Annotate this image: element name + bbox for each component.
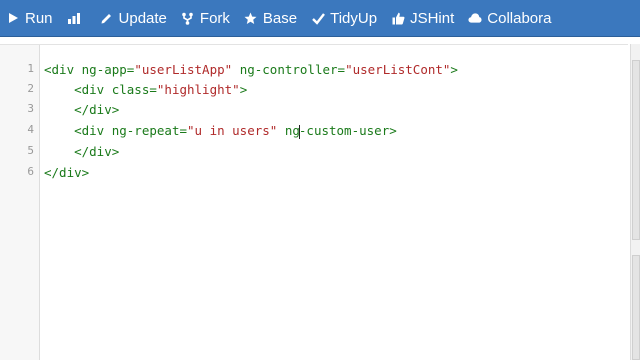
code-editor[interactable]: 1 2 3 4 5 6 <div ng-app="userListApp" ng… — [0, 44, 628, 360]
run-button-label: Run — [25, 9, 53, 27]
pencil-icon — [100, 11, 114, 25]
line-number: 1 — [27, 62, 34, 75]
star-icon — [244, 11, 258, 25]
jshint-button[interactable]: JSHint — [384, 0, 461, 36]
code-token: "highlight" — [156, 82, 240, 97]
line-number: 2 — [27, 82, 34, 95]
code-token: > — [389, 123, 397, 138]
bar-chart-icon — [67, 11, 81, 25]
line-number: 6 — [27, 165, 34, 178]
base-button[interactable]: Base — [237, 0, 304, 36]
jshint-button-label: JSHint — [410, 9, 455, 27]
code-line[interactable]: </div> — [44, 100, 119, 120]
line-number: 3 — [27, 102, 34, 115]
tidyup-button[interactable]: TidyUp — [304, 0, 384, 36]
side-panel-box — [632, 255, 640, 360]
code-token: "userListCont" — [345, 62, 451, 77]
code-token: ng-repeat= — [111, 123, 187, 138]
code-token: </div> — [44, 144, 120, 159]
code-line[interactable]: <div ng-app="userListApp" ng-controller=… — [44, 60, 458, 80]
collaborate-button-label: Collabora — [487, 9, 552, 27]
toolbar: Run Update Fork Base TidyUp JSHint Colla… — [0, 0, 640, 37]
line-number-gutter: 1 2 3 4 5 6 — [0, 45, 40, 360]
code-token: ng-controller= — [239, 62, 346, 77]
code-token: <div — [44, 62, 82, 77]
base-button-label: Base — [262, 9, 298, 27]
code-token: class= — [111, 82, 157, 97]
run-button[interactable]: Run — [0, 0, 60, 36]
tidyup-button-label: TidyUp — [330, 9, 378, 27]
update-button[interactable]: Update — [93, 0, 174, 36]
stats-button[interactable] — [60, 0, 93, 36]
code-token: <div — [44, 82, 112, 97]
code-token: "u in users" — [187, 123, 278, 138]
update-button-label: Update — [118, 9, 167, 27]
code-line[interactable]: </div> — [44, 163, 89, 183]
cloud-icon — [468, 11, 482, 25]
code-token: </div> — [44, 165, 90, 180]
code-token: ng — [284, 123, 300, 138]
fork-button-label: Fork — [199, 9, 230, 27]
code-token: <div — [44, 123, 112, 138]
code-token: > — [450, 62, 458, 77]
code-line[interactable]: <div ng-repeat="u in users" ng-custom-us… — [44, 121, 397, 141]
collaborate-button[interactable]: Collabora — [461, 0, 558, 36]
fork-button[interactable]: Fork — [174, 0, 237, 36]
line-number: 5 — [27, 144, 34, 157]
line-number: 4 — [27, 123, 34, 136]
code-token: -custom-user — [298, 123, 390, 138]
side-panel-box — [632, 60, 640, 240]
code-line[interactable]: </div> — [44, 142, 119, 162]
code-token: ng-app= — [81, 62, 135, 77]
code-token: > — [239, 82, 248, 97]
code-token: </div> — [44, 102, 120, 117]
code-token: "userListApp" — [134, 62, 233, 77]
thumbs-up-icon — [391, 11, 405, 25]
check-icon — [311, 11, 325, 25]
play-icon — [6, 11, 20, 25]
fork-icon — [181, 11, 195, 25]
code-line[interactable]: <div class="highlight"> — [44, 80, 247, 100]
